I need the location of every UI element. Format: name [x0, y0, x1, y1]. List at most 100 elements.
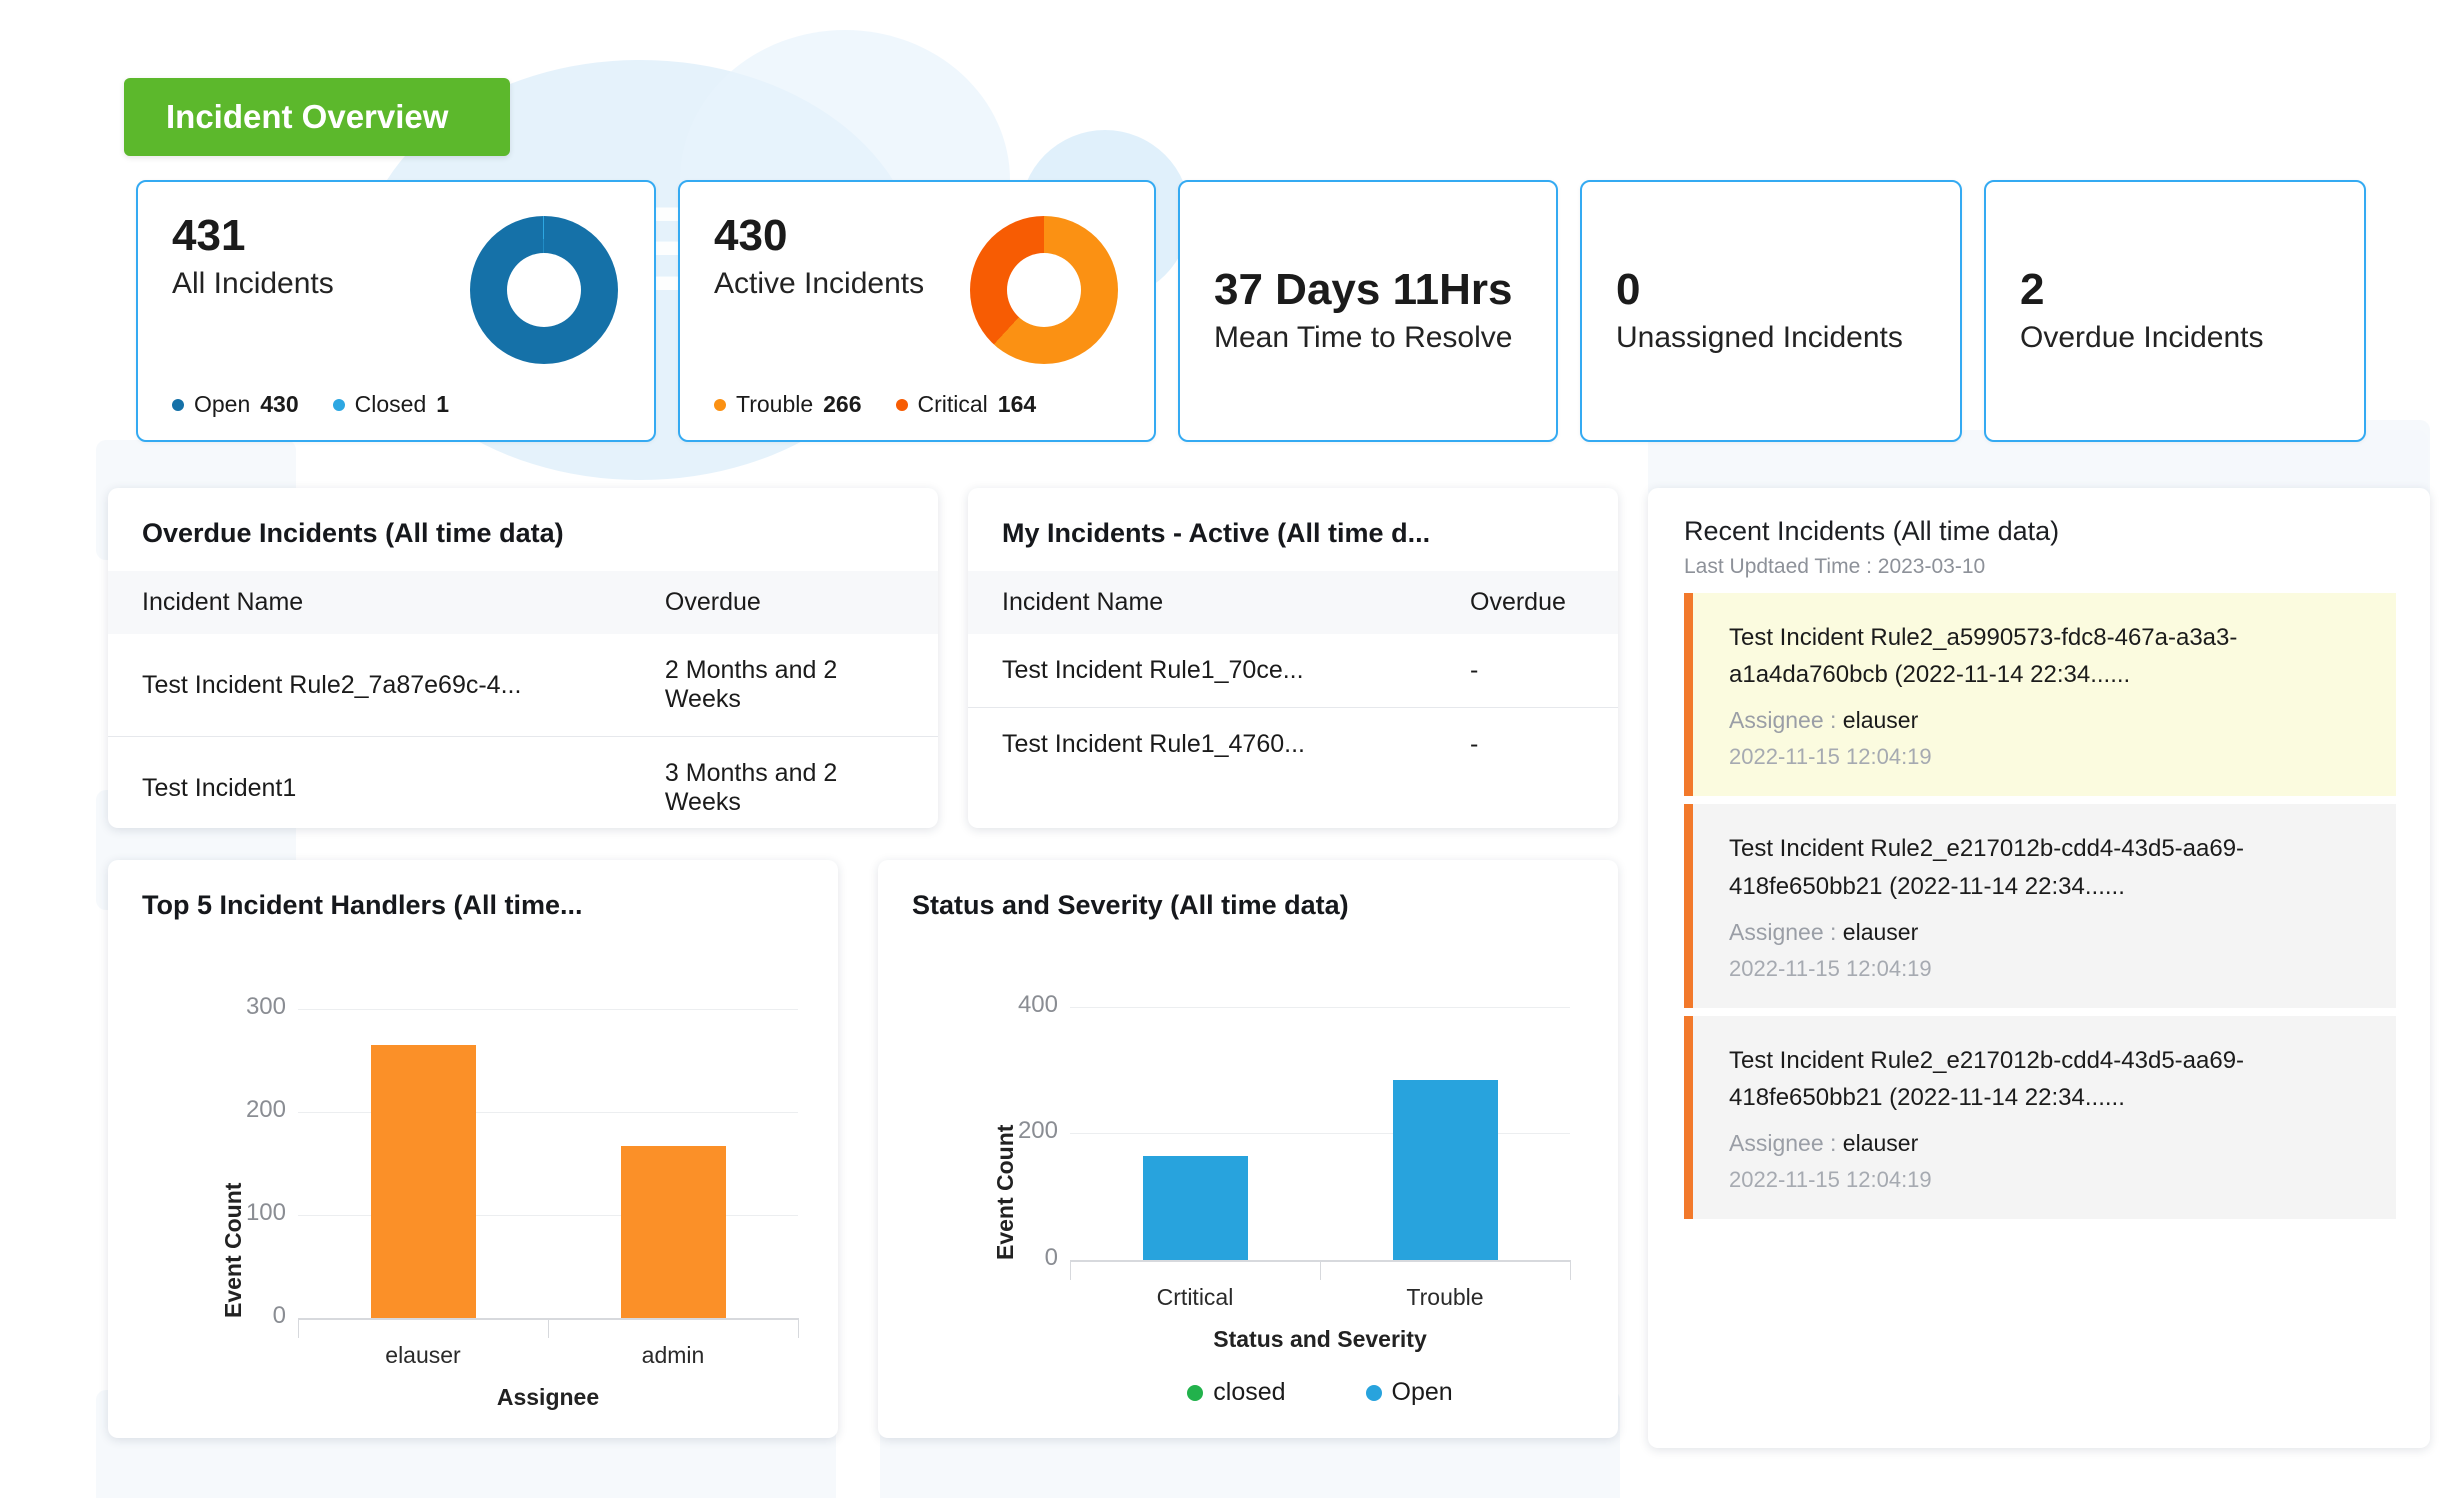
- list-item-body: Test Incident Rule2_e217012b-cdd4-43d5-a…: [1693, 804, 2396, 1008]
- bar-trouble[interactable]: [1392, 1079, 1498, 1260]
- top-incident-handlers-chart: Event Count 0 100 200 300 elauser admin Assigne…: [108, 860, 838, 1438]
- kpi-card-active-incidents[interactable]: 430 Active Incidents Trouble 266 Critica…: [678, 180, 1156, 442]
- kpi-content: 37 Days 11Hrs Mean Time to Resolve: [1214, 264, 1513, 356]
- dashboard-root: EM Incident Overview 431 All Incidents O…: [0, 0, 2444, 1498]
- legend-text-critical: Critical: [917, 391, 988, 417]
- legend-label: Open: [1391, 1378, 1453, 1406]
- page-title: Incident Overview: [124, 78, 510, 156]
- incident-timestamp: 2022-11-15 12:04:19: [1729, 744, 1932, 770]
- bar-crtitical[interactable]: [1142, 1156, 1248, 1260]
- x-axis-tick-label: Crtitical: [1156, 1284, 1234, 1310]
- assignee-value: elauser: [1842, 707, 1919, 734]
- y-axis-tick-label: 0: [272, 1302, 286, 1329]
- kpi-card-overdue-incidents[interactable]: 2 Overdue Incidents: [1984, 180, 2366, 442]
- all-incidents-legend: Open 430 Closed 1: [172, 391, 449, 418]
- legend-label: closed: [1213, 1378, 1286, 1406]
- status-accent-bar: [1684, 1015, 1693, 1220]
- status-accent-bar: [1684, 593, 1693, 797]
- list-item-body: Test Incident Rule2_a5990573-fdc8-467a-a…: [1693, 593, 2396, 797]
- top-incident-handlers-panel: Top 5 Incident Handlers (All time... Eve…: [108, 860, 838, 1438]
- list-item[interactable]: Test Incident Rule2_a5990573-fdc8-467a-a…: [1684, 593, 2396, 797]
- overdue-incidents-table: Incident Name Overdue Test Incident Rule…: [108, 571, 938, 839]
- kpi-card-all-incidents[interactable]: 431 All Incidents Open 430 Closed 1: [136, 180, 656, 442]
- x-axis-tick-mark: [798, 1318, 799, 1338]
- recent-incidents-header: Recent Incidents (All time data) Last Up…: [1648, 488, 2430, 593]
- legend-item-open: Open 430: [172, 391, 299, 418]
- overdue-incidents-title: Overdue Incidents (All time data): [142, 518, 564, 548]
- x-axis-tick-mark: [1570, 1260, 1571, 1280]
- kpi-value: 37 Days 11Hrs: [1214, 264, 1513, 314]
- chart-legend: closed Open: [1070, 1378, 1570, 1407]
- kpi-label: Overdue Incidents: [2020, 321, 2264, 355]
- status-severity-chart: Event Count 0 200 400 Crtitical Trouble Status…: [878, 860, 1618, 1438]
- legend-dot-closed: [1187, 1384, 1204, 1401]
- legend-value-critical: 164: [997, 391, 1037, 417]
- assignee-label: Assignee :: [1729, 1130, 1843, 1157]
- kpi-row: 431 All Incidents Open 430 Closed 1 430 …: [136, 180, 2366, 442]
- column-header-incident-name: Incident Name: [142, 588, 304, 616]
- incident-assignee: Assignee : elauser: [1729, 1130, 2366, 1157]
- legend-value-open: 430: [260, 391, 299, 417]
- status-severity-panel: Status and Severity (All time data) Even…: [878, 860, 1618, 1438]
- legend-text-trouble: Trouble: [736, 391, 814, 417]
- column-header-incident-name: Incident Name: [1002, 588, 1164, 616]
- legend-item-trouble: Trouble 266: [714, 391, 862, 418]
- legend-dot-critical: [895, 398, 908, 411]
- legend-dot-trouble: [714, 398, 726, 411]
- gridline: [1070, 1006, 1570, 1008]
- bar-admin[interactable]: [620, 1145, 726, 1318]
- kpi-content: 0 Unassigned Incidents: [1616, 264, 1903, 356]
- legend-item-critical: Critical 164: [895, 391, 1037, 418]
- active-incidents-legend: Trouble 266 Critical 164: [714, 391, 1036, 418]
- legend-dot-open: [172, 398, 184, 411]
- kpi-card-unassigned-incidents[interactable]: 0 Unassigned Incidents: [1580, 180, 1962, 442]
- legend-text-closed: Closed: [354, 391, 427, 417]
- table-row[interactable]: Test Incident1 3 Months and 2 Weeks: [108, 736, 938, 839]
- list-item[interactable]: Test Incident Rule2_e217012b-cdd4-43d5-a…: [1684, 804, 2396, 1008]
- cell-incident-name: Test Incident1: [108, 736, 631, 839]
- assignee-value: elauser: [1842, 918, 1919, 945]
- legend-value-trouble: 266: [823, 391, 862, 417]
- legend-dot-closed: [332, 398, 345, 411]
- x-axis-label: Status and Severity: [1213, 1326, 1427, 1352]
- x-axis-tick-mark: [548, 1318, 549, 1338]
- kpi-label: Unassigned Incidents: [1616, 321, 1903, 355]
- list-item-body: Test Incident Rule2_e217012b-cdd4-43d5-a…: [1693, 1015, 2396, 1220]
- x-axis-tick-label: elauser: [385, 1342, 461, 1368]
- x-axis-tick-label: admin: [641, 1342, 705, 1368]
- y-axis-tick-label: 200: [245, 1095, 286, 1123]
- y-axis-tick-label: 200: [1017, 1117, 1058, 1145]
- recent-incidents-panel: Recent Incidents (All time data) Last Up…: [1648, 488, 2430, 1448]
- table-row[interactable]: Test Incident Rule1_70ce... -: [968, 634, 1618, 708]
- recent-incidents-last-updated: Last Updtaed Time : 2023-03-10: [1684, 555, 1986, 578]
- incident-name: Test Incident Rule2_e217012b-cdd4-43d5-a…: [1729, 835, 2245, 900]
- x-axis-label: Assignee: [496, 1384, 600, 1410]
- incident-name: Test Incident Rule2_e217012b-cdd4-43d5-a…: [1729, 1046, 2245, 1111]
- my-incidents-title: My Incidents - Active (All time d...: [1002, 518, 1431, 548]
- list-item[interactable]: Test Incident Rule2_e217012b-cdd4-43d5-a…: [1684, 1015, 2396, 1220]
- kpi-card-mean-time-to-resolve[interactable]: 37 Days 11Hrs Mean Time to Resolve: [1178, 180, 1558, 442]
- list-divider: [1648, 1008, 2430, 1016]
- column-header-overdue: Overdue: [1470, 588, 1566, 616]
- kpi-value: 0: [1616, 264, 1641, 314]
- legend-text-open: Open: [194, 391, 251, 417]
- my-incidents-table: Incident Name Overdue Test Incident Rule…: [968, 571, 1618, 781]
- incident-name: Test Incident Rule2_a5990573-fdc8-467a-a…: [1729, 624, 2238, 689]
- legend-item-closed: Closed 1: [332, 391, 450, 418]
- incident-assignee: Assignee : elauser: [1729, 707, 2366, 734]
- x-axis-tick-label: Trouble: [1406, 1284, 1484, 1310]
- bar-elauser[interactable]: [370, 1044, 476, 1318]
- active-incidents-donut-chart: [970, 216, 1118, 364]
- incident-timestamp: 2022-11-15 12:04:19: [1729, 1167, 1932, 1193]
- gridline: [298, 1008, 798, 1010]
- status-accent-bar: [1684, 804, 1693, 1008]
- x-axis-tick-mark: [1320, 1260, 1321, 1280]
- legend-item-open[interactable]: Open: [1365, 1378, 1453, 1407]
- cell-overdue: -: [1436, 707, 1618, 781]
- overdue-incidents-panel: Overdue Incidents (All time data) Incide…: [108, 488, 938, 839]
- table-row[interactable]: Test Incident Rule1_4760... -: [968, 707, 1618, 781]
- all-incidents-donut-chart: [470, 216, 618, 364]
- legend-item-closed[interactable]: closed: [1187, 1378, 1286, 1407]
- legend-value-closed: 1: [436, 391, 450, 417]
- table-row[interactable]: Test Incident Rule2_7a87e69c-4... 2 Mont…: [108, 634, 938, 737]
